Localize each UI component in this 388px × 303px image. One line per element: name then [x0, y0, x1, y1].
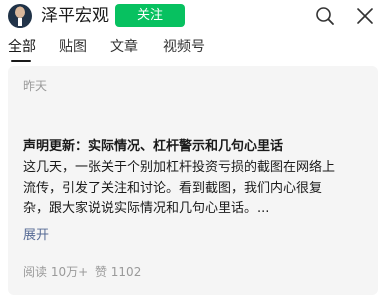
search-icon[interactable] — [314, 5, 336, 27]
article-stats: 阅读 10万+ 赞 1102 — [23, 263, 141, 281]
excerpt-line: 杂，跟大家说说实际情况和几句心里话。... — [23, 201, 270, 216]
active-tab-indicator — [11, 60, 31, 62]
tab-images[interactable]: 贴图 — [59, 36, 87, 58]
read-count: 阅读 10万+ — [23, 265, 89, 279]
content-tabs: 全部 贴图 文章 视频号 — [0, 36, 388, 62]
tab-channels[interactable]: 视频号 — [163, 36, 205, 58]
avatar[interactable] — [8, 4, 32, 28]
avatar-collar — [18, 18, 22, 26]
article-title[interactable]: 声明更新：实际情况、杠杆警示和几句心里话 — [23, 137, 373, 157]
tab-articles[interactable]: 文章 — [110, 36, 138, 58]
post-date: 昨天 — [23, 79, 48, 93]
like-count: 赞 1102 — [94, 265, 142, 279]
excerpt-line: 这几天，一张关于个别加杠杆投资亏损的截图在网络上 — [23, 160, 336, 175]
account-name[interactable]: 泽平宏观 — [41, 3, 109, 29]
avatar-face — [15, 7, 25, 18]
article-excerpt[interactable]: 这几天，一张关于个别加杠杆投资亏损的截图在网络上 流传，引发了关注和讨论。看到截… — [23, 158, 375, 220]
tab-all[interactable]: 全部 — [8, 36, 36, 58]
excerpt-line: 流传，引发了关注和讨论。看到截图，我们内心很复 — [23, 180, 323, 196]
article-card[interactable]: 昨天 声明更新：实际情况、杠杆警示和几句心里话 这几天，一张关于个别加杠杆投资亏… — [8, 66, 378, 295]
profile-header: 泽平宏观 关注 — [0, 0, 388, 32]
expand-link[interactable]: 展开 — [23, 226, 49, 246]
follow-button[interactable]: 关注 — [115, 4, 185, 27]
close-icon[interactable] — [354, 5, 376, 27]
